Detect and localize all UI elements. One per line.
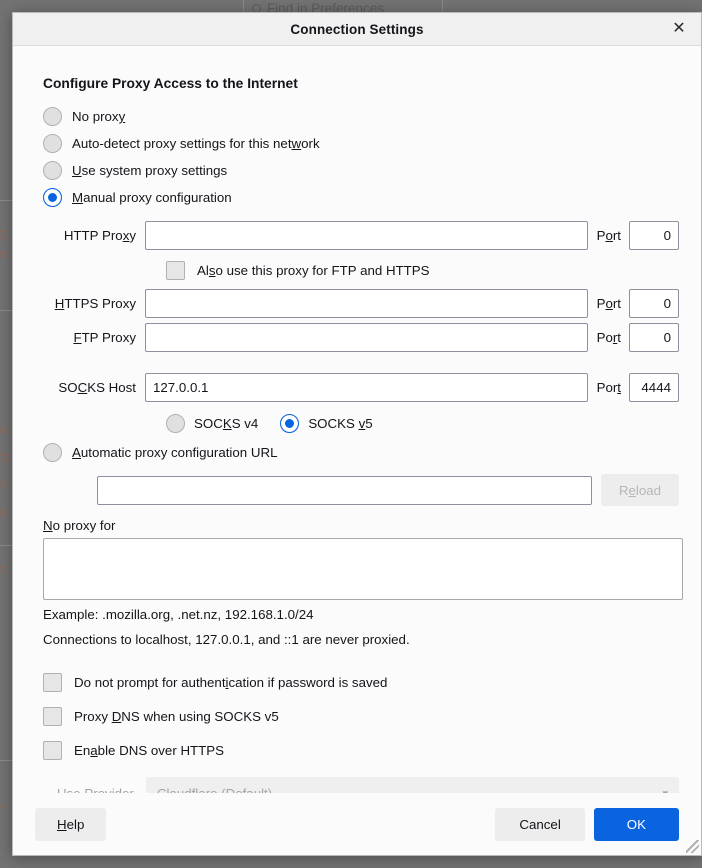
dialog-footer: Help Cancel OK [13,793,701,855]
label-no-proxy: No proxy [72,109,126,124]
label-manual: Manual proxy configuration [72,190,232,205]
checkbox-row-proxy-dns-socks5: Proxy DNS when using SOCKS v5 [43,699,679,733]
label-socks-v5: SOCKS v5 [308,415,373,431]
label-socks-v4: SOCKS v4 [194,415,259,431]
proxy-mode-row-use-system: Use system proxy settings [43,157,679,184]
ftp-port-label: Port [596,330,621,345]
auto-config-url-row: Automatic proxy configuration URL [43,439,679,466]
no-proxy-for-label: No proxy for [43,518,116,533]
ftp-proxy-label: FTP Proxy [73,330,136,345]
http-proxy-row: HTTP Proxy Port [35,221,679,250]
help-button[interactable]: Help [35,807,107,841]
label-auto-detect: Auto-detect proxy settings for this netw… [72,136,320,151]
dialog-body: Configure Proxy Access to the Internet N… [13,46,701,793]
radio-use-system[interactable] [43,161,62,180]
radio-socks-v4[interactable] [166,413,185,433]
backdrop-ghost-fragment: o [0,477,7,491]
ftp-proxy-input[interactable] [145,323,588,352]
http-port-label: Port [596,228,621,243]
backdrop-ghost-fragment: C [0,228,9,242]
backdrop-ghost-fragment: ty [0,449,10,463]
resize-grip[interactable] [686,840,699,853]
bottom-checkbox-group: Do not prompt for authentication if pass… [35,665,679,767]
checkbox-enable-doh[interactable] [43,740,62,760]
https-proxy-input[interactable] [145,289,588,318]
use-provider-select[interactable]: Cloudflare (Default) ▾ [145,777,679,794]
dialog-title: Connection Settings [290,21,424,37]
ftp-port-input[interactable] [629,323,679,352]
backdrop-ghost-fragment: a [0,422,7,436]
socks-host-label: SOCKS Host [58,380,136,395]
page-title: Configure Proxy Access to the Internet [43,76,298,91]
label-enable-doh: Enable DNS over HTTPS [74,742,225,758]
auto-config-url-radio[interactable] [43,443,62,462]
use-provider-label: Use Provider [57,785,134,794]
checkbox-row-no-auth-prompt: Do not prompt for authentication if pass… [43,665,679,699]
localhost-never-proxied-hint: Connections to localhost, 127.0.0.1, and… [43,632,410,647]
https-port-input[interactable] [629,289,679,318]
also-use-proxy-label: Also use this proxy for FTP and HTTPS [197,262,430,278]
also-use-proxy-checkbox[interactable] [166,260,185,280]
proxy-mode-row-auto-detect: Auto-detect proxy settings for this netw… [43,130,679,157]
reload-button[interactable]: Reload [600,474,679,506]
proxy-mode-row-manual: Manual proxy configuration [43,184,679,211]
https-port-label: Port [596,296,621,311]
label-use-system: Use system proxy settings [72,163,228,178]
backdrop-ghost-fragment: e [0,246,7,260]
proxy-mode-radio-group: No proxy Auto-detect proxy settings for t… [35,103,679,211]
http-proxy-label: HTTP Proxy [63,228,136,243]
radio-auto-detect[interactable] [43,134,62,153]
radio-socks-v5[interactable] [280,413,300,433]
auto-config-url-label: Automatic proxy configuration URL [72,445,278,460]
proxy-mode-row-no-proxy: No proxy [43,103,679,130]
checkbox-proxy-dns-socks5[interactable] [43,706,62,726]
socks-host-input[interactable] [145,373,588,402]
also-use-proxy-row: Also use this proxy for FTP and HTTPS [35,255,679,285]
pac-url-row: Reload [35,474,679,506]
no-proxy-example-hint: Example: .mozilla.org, .net.nz, 192.168.… [43,607,314,622]
close-icon[interactable]: ✕ [665,15,693,43]
pac-url-input[interactable] [97,475,592,505]
backdrop-ghost-fragment: a [0,505,7,519]
dialog-titlebar: Connection Settings ✕ [13,13,701,46]
socks-version-radio-group: SOCKS v4 SOCKS v5 [35,407,679,439]
label-no-auth-prompt: Do not prompt for authentication if pass… [74,674,388,690]
checkbox-no-auth-prompt[interactable] [43,672,62,692]
socks-port-label: Port [596,380,621,395]
https-proxy-label: HTTPS Proxy [54,296,136,311]
socks-host-row: SOCKS Host Port [35,373,679,402]
use-provider-value: Cloudflare (Default) [156,785,273,794]
backdrop-ghost-fragment: h [0,800,7,814]
cancel-button[interactable]: Cancel [495,807,585,841]
radio-no-proxy[interactable] [43,107,62,126]
http-proxy-input[interactable] [145,221,588,250]
checkbox-row-enable-doh: Enable DNS over HTTPS [43,733,679,767]
https-proxy-row: HTTPS Proxy Port [35,289,679,318]
ok-button[interactable]: OK [593,807,679,841]
label-proxy-dns-socks5: Proxy DNS when using SOCKS v5 [74,708,279,724]
socks-port-input[interactable] [629,373,679,402]
backdrop-ghost-fragment: c [0,562,6,576]
no-proxy-for-textarea[interactable] [43,538,683,600]
ftp-proxy-row: FTP Proxy Port [35,323,679,352]
connection-settings-dialog: Connection Settings ✕ Configure Proxy Ac… [12,12,702,856]
http-port-input[interactable] [629,221,679,250]
radio-manual[interactable] [43,188,62,207]
use-provider-row: Use Provider Cloudflare (Default) ▾ [35,777,679,793]
